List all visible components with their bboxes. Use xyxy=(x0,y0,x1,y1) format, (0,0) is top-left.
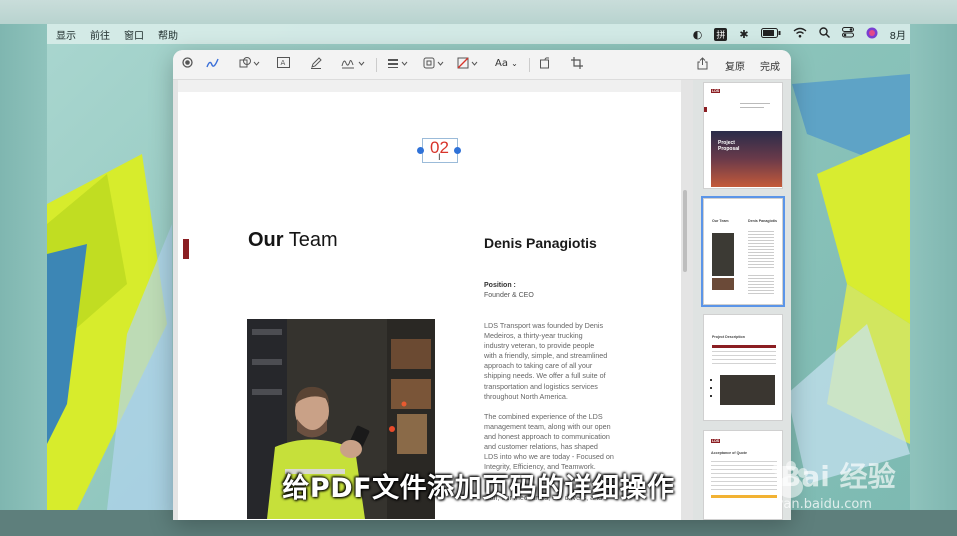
menu-bar: 显示 前往 窗口 帮助 ◐ 拼 ✱ 8月 xyxy=(47,24,910,44)
signature-icon[interactable] xyxy=(341,57,367,72)
thumb-photo xyxy=(720,375,775,405)
text-line: Medeiros, a thirty-year trucking xyxy=(484,331,583,341)
text-line: shipping needs. We offer a full suite of xyxy=(484,371,606,381)
thumb-cover-title: Project Proposal xyxy=(718,140,740,152)
thumbnail-sidebar: LDS Project Proposal Our Team Denis Pana… xyxy=(693,80,791,520)
thumb-name: Denis Panagiotis xyxy=(748,219,777,223)
resize-handle-left[interactable] xyxy=(417,147,424,154)
accent-bar xyxy=(183,239,189,259)
markup-toolbar: A Aa ⌄ 复原 完成 xyxy=(173,50,791,80)
text-line: transportation and logistics services xyxy=(484,381,598,391)
text-box-icon[interactable]: A xyxy=(277,57,290,71)
document-area[interactable]: 02 I Our Team Denis Panagiotis Position … xyxy=(173,80,693,520)
text-line: industry veteran, to provide people xyxy=(484,341,595,351)
menu-view[interactable]: 显示 xyxy=(56,27,76,42)
outer-frame-top xyxy=(0,0,957,24)
text-style-button[interactable]: Aa ⌄ xyxy=(495,58,518,69)
thumb-heading: Our Team xyxy=(712,219,729,223)
toolbar-separator xyxy=(376,58,377,72)
page-thumbnail-2[interactable]: Our Team Denis Panagiotis xyxy=(701,196,785,307)
fill-color-icon[interactable] xyxy=(457,57,481,72)
control-center-icon[interactable] xyxy=(841,27,854,41)
text-line: LDS into who we are today - Focused on xyxy=(484,452,614,462)
siri-icon[interactable] xyxy=(866,27,878,42)
rotate-icon[interactable] xyxy=(539,57,551,72)
text-line: The combined experience of the LDS xyxy=(484,412,603,421)
text-line: LDS Transport was founded by Denis xyxy=(484,321,604,330)
menu-help[interactable]: 帮助 xyxy=(158,27,178,42)
status-area: ◐ 拼 ✱ 8月 xyxy=(693,24,906,44)
preview-window: A Aa ⌄ 复原 完成 02 I Our Team Denis Panagio… xyxy=(173,50,791,520)
accessibility-icon[interactable]: ◐ xyxy=(693,28,703,41)
share-icon[interactable] xyxy=(697,57,708,73)
text-line: management team, along with our open xyxy=(484,422,611,432)
wifi-icon[interactable] xyxy=(793,27,807,41)
svg-text:A: A xyxy=(281,59,286,67)
sketch-icon[interactable] xyxy=(206,57,220,72)
text-cursor-icon: I xyxy=(438,153,441,163)
input-method-icon[interactable]: 拼 xyxy=(714,27,728,41)
video-caption: 给PDF文件添加页码的详细操作 xyxy=(282,473,675,504)
previous-page-bottom xyxy=(178,80,681,92)
page-thumbnail-1[interactable]: LDS Project Proposal xyxy=(703,82,783,189)
pdf-page[interactable]: 02 I Our Team Denis Panagiotis Position … xyxy=(178,92,681,520)
crop-icon[interactable] xyxy=(571,57,583,72)
text-line: and customer relations, has shaped xyxy=(484,442,598,452)
person-name: Denis Panagiotis xyxy=(484,235,597,251)
done-button[interactable]: 完成 xyxy=(760,58,780,73)
resize-handle-right[interactable] xyxy=(454,147,461,154)
chevron-down-icon: ⌄ xyxy=(511,59,518,68)
shapes-icon[interactable] xyxy=(239,57,261,72)
menu-window[interactable]: 窗口 xyxy=(124,27,144,42)
paragraph-intro: LDS Transport was founded by Denis Medei… xyxy=(484,321,644,402)
thumb-photo xyxy=(712,233,734,276)
thumb-logo: LDS xyxy=(711,89,721,93)
record-icon[interactable] xyxy=(182,57,193,71)
heading-rest: Team xyxy=(283,229,338,251)
menu-go[interactable]: 前往 xyxy=(90,27,110,42)
thumb-logo: LDS xyxy=(711,439,721,443)
highlight-pen-icon[interactable] xyxy=(310,57,322,72)
section-heading: Our Team xyxy=(248,229,338,252)
text-line: and honest approach to communication xyxy=(484,432,610,442)
outer-frame-left xyxy=(0,24,47,536)
text-line: approach to taking care of all your xyxy=(484,361,593,371)
outer-frame-right xyxy=(910,24,957,536)
bluetooth-icon[interactable]: ✱ xyxy=(739,28,748,41)
text-line: with a friendly, simple, and streamlined xyxy=(484,351,608,361)
toolbar-separator xyxy=(529,58,530,72)
revert-button[interactable]: 复原 xyxy=(725,58,745,73)
menu-clock[interactable]: 8月 xyxy=(890,27,906,42)
position-value: Founder & CEO xyxy=(484,292,534,299)
heading-bold-word: Our xyxy=(248,229,284,251)
border-color-icon[interactable] xyxy=(423,57,447,72)
battery-icon[interactable] xyxy=(760,27,781,41)
text-style-label: Aa xyxy=(495,58,508,69)
position-label: Position : xyxy=(484,282,516,289)
page-thumbnail-3[interactable]: Project Description xyxy=(703,314,783,421)
text-line: throughout North America. xyxy=(484,391,568,401)
thumb-heading: Project Description xyxy=(712,335,745,339)
spotlight-search-icon[interactable] xyxy=(818,27,830,41)
document-scrollbar[interactable] xyxy=(683,190,687,272)
line-style-icon[interactable] xyxy=(387,57,411,72)
